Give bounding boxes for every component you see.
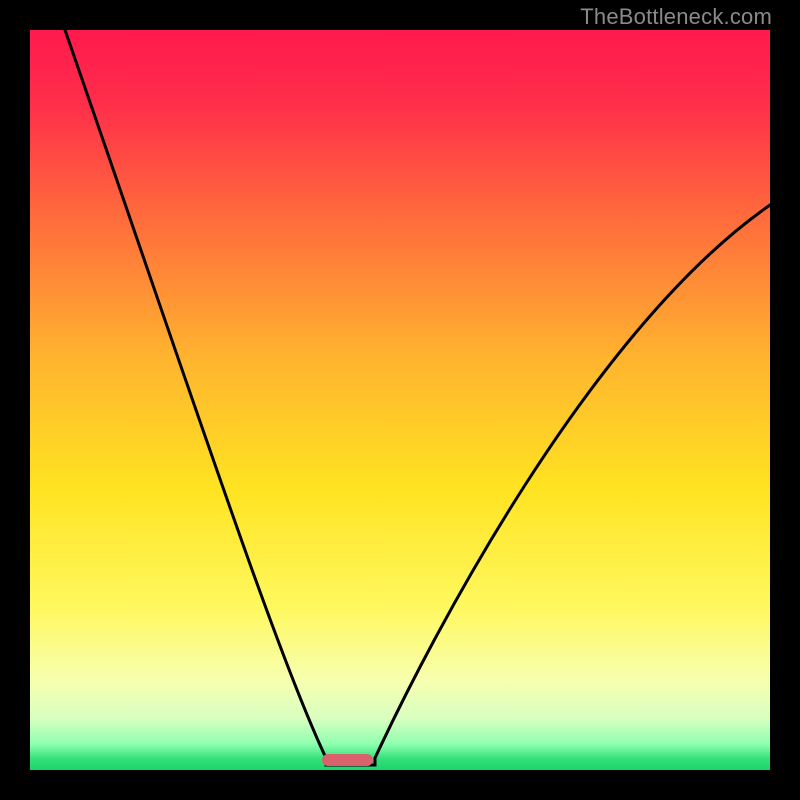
watermark-text: TheBottleneck.com xyxy=(580,4,772,30)
plot-area xyxy=(30,30,770,770)
bottleneck-curve xyxy=(30,30,770,770)
bottleneck-marker xyxy=(322,754,372,766)
chart-frame: TheBottleneck.com xyxy=(0,0,800,800)
